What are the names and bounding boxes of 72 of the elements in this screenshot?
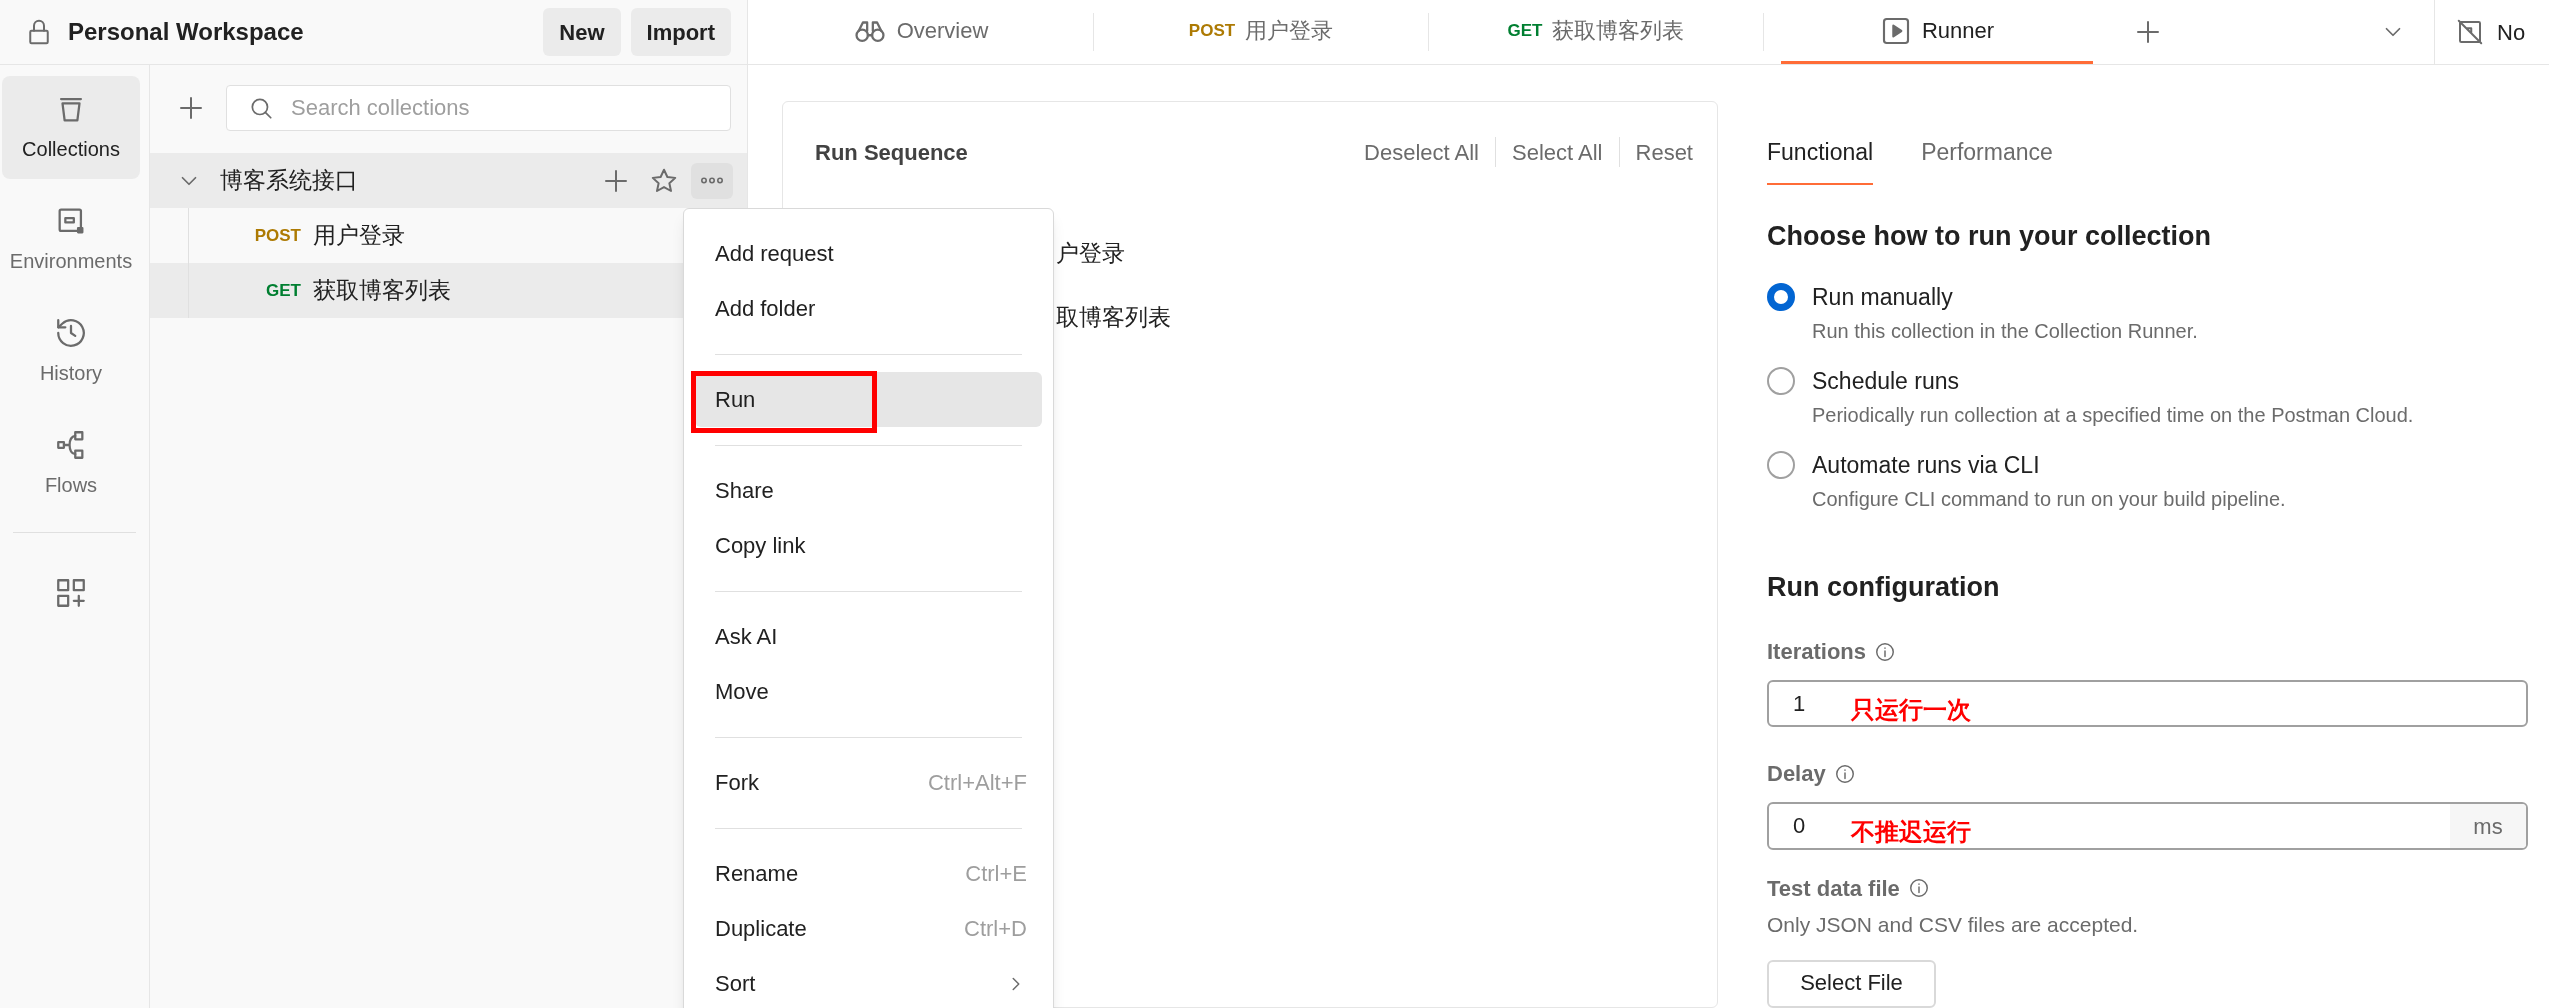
- field-label: Delay: [1767, 760, 1826, 789]
- tab-label: 用户登录: [1245, 17, 1334, 45]
- section-heading: Run configuration: [1767, 570, 2001, 604]
- menu-item[interactable]: Move: [695, 664, 1042, 719]
- menu-item[interactable]: Sort: [695, 956, 1042, 1008]
- section-heading: Choose how to run your collection: [1767, 220, 2212, 253]
- annotation-text: 不推迟运行: [1851, 817, 1971, 848]
- field-label: Test data file: [1767, 874, 1900, 903]
- tab-label: Overview: [896, 17, 989, 45]
- tab[interactable]: POST 用户登录: [1094, 0, 1428, 64]
- info-icon[interactable]: [1907, 877, 1930, 900]
- option-label[interactable]: Run manually: [1812, 280, 2198, 313]
- request-name: 用户登录: [313, 221, 405, 251]
- menu-item[interactable]: Duplicate Ctrl+D: [695, 901, 1042, 956]
- sidebar-item[interactable]: Collections: [2, 76, 140, 179]
- option-label[interactable]: Automate runs via CLI: [1812, 448, 2286, 481]
- menu-item[interactable]: Copy link: [695, 518, 1042, 573]
- menu-item[interactable]: Add request: [695, 226, 1042, 281]
- tab[interactable]: Runner: [1781, 0, 2093, 64]
- menu-item[interactable]: Add folder: [695, 281, 1042, 336]
- request-name: 取博客列表: [1056, 302, 1171, 332]
- tab-label: Runner: [1921, 17, 1995, 45]
- tab[interactable]: Performance: [1921, 135, 2053, 185]
- tab[interactable]: Functional: [1767, 135, 1874, 185]
- collection-name: 博客系统接口: [220, 166, 359, 196]
- request-name: 户登录: [1056, 238, 1125, 268]
- menu-item[interactable]: Run: [695, 372, 1042, 427]
- unit-label: ms: [2450, 804, 2526, 848]
- info-icon[interactable]: [1833, 762, 1856, 785]
- tab[interactable]: GET 获取博客列表: [1429, 0, 1763, 64]
- request-row[interactable]: POST 用户登录: [150, 208, 683, 263]
- collection-row[interactable]: 博客系统接口: [150, 153, 747, 208]
- tab[interactable]: Overview: [748, 0, 1093, 64]
- menu-item[interactable]: Ask AI: [695, 609, 1042, 664]
- action-link[interactable]: Select All: [1512, 135, 1603, 169]
- action-link[interactable]: Reset: [1635, 135, 1693, 169]
- workspace-title: Personal Workspace: [68, 17, 305, 47]
- request-row[interactable]: GET 获取博客列表: [150, 263, 683, 318]
- hint-text: Only JSON and CSV files are accepted.: [1767, 911, 2140, 938]
- request-name: 获取博客列表: [313, 276, 451, 306]
- section-title: Run Sequence: [815, 138, 969, 167]
- option-description: Run this collection in the Collection Runner.: [1812, 318, 2198, 344]
- method-label: GET: [1507, 19, 1543, 42]
- info-icon[interactable]: [1874, 640, 1897, 663]
- option-label[interactable]: Schedule runs: [1812, 364, 2414, 397]
- radio-button[interactable]: [1767, 282, 1795, 311]
- search-field[interactable]: Search collections: [226, 85, 731, 131]
- annotation-text: 只运行一次: [1851, 695, 1971, 725]
- menu-item[interactable]: Share: [695, 463, 1042, 518]
- method-label: GET: [265, 279, 301, 302]
- environment-label[interactable]: No: [2497, 15, 2526, 49]
- no-environment-icon[interactable]: [2455, 17, 2485, 47]
- sidebar-item[interactable]: History: [2, 300, 140, 403]
- tab-label: 获取博客列表: [1552, 17, 1685, 45]
- select-file-button[interactable]: Select File: [1767, 960, 1936, 1008]
- option-description: Periodically run collection at a specified time on the Postman Cloud.: [1812, 402, 2414, 428]
- sidebar-item[interactable]: Flows: [2, 412, 140, 515]
- field-label: Iterations: [1767, 638, 1867, 666]
- menu-item[interactable]: Fork Ctrl+Alt+F: [695, 755, 1042, 810]
- radio-button[interactable]: [1767, 366, 1795, 395]
- radio-button[interactable]: [1767, 450, 1795, 479]
- method-label: POST: [253, 224, 301, 247]
- menu-item[interactable]: Rename Ctrl+E: [695, 846, 1042, 901]
- toolbar-button[interactable]: New: [543, 8, 621, 56]
- more-icon: [700, 177, 724, 184]
- more-button[interactable]: [691, 162, 733, 199]
- toolbar-button[interactable]: Import: [630, 8, 731, 56]
- method-label: POST: [1188, 19, 1236, 42]
- action-link[interactable]: Deselect All: [1364, 135, 1479, 169]
- option-description: Configure CLI command to run on your build pipeline.: [1812, 486, 2286, 512]
- apps-icon: [54, 576, 88, 610]
- sidebar-item[interactable]: Environments: [2, 188, 140, 291]
